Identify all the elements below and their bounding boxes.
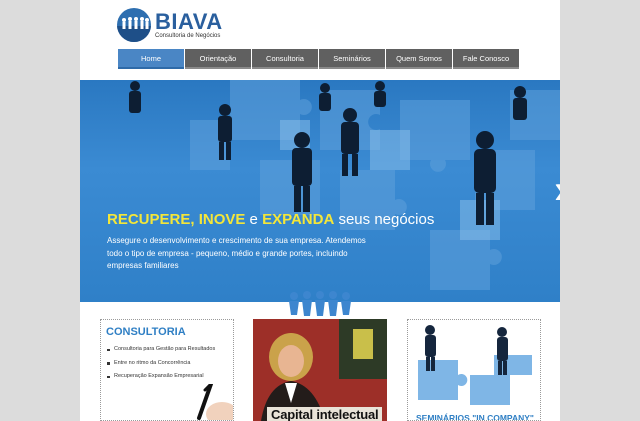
card-seminarios[interactable]: SEMINÁRIOS "IN COMPANY" bbox=[407, 319, 541, 421]
nav-home[interactable]: Home bbox=[118, 49, 184, 69]
nav-consultoria[interactable]: Consultoria bbox=[252, 49, 318, 69]
double-chevron-right-icon: ›› bbox=[554, 168, 560, 212]
right-background bbox=[560, 0, 640, 421]
nav-orientacao[interactable]: Orientação bbox=[185, 49, 251, 69]
main-nav: Home Orientação Consultoria Seminários Q… bbox=[118, 49, 520, 69]
hero-headline: RECUPERE, INOVE e EXPANDA seus negócios bbox=[107, 211, 434, 228]
hand-writing-illustration bbox=[197, 384, 233, 420]
headline-e: e bbox=[245, 211, 263, 228]
left-background bbox=[0, 0, 80, 421]
card-consultoria[interactable]: CONSULTORIA Consultoria para Gestão para… bbox=[100, 319, 234, 421]
logo-name: BIAVA bbox=[155, 8, 223, 34]
woman-portrait-photo bbox=[253, 319, 387, 421]
logo-tagline: Consultoria de Negócios bbox=[155, 32, 221, 39]
headline-recupere: RECUPERE, bbox=[107, 211, 199, 228]
business-puzzle-illustration bbox=[418, 325, 532, 405]
headline-expanda: EXPANDA bbox=[262, 211, 335, 228]
list-item[interactable]: Entre no ritmo da Concorrência bbox=[107, 360, 232, 368]
logo-people-icon bbox=[117, 8, 151, 42]
nav-quem-somos[interactable]: Quem Somos bbox=[386, 49, 452, 69]
list-item[interactable]: Recuperação Expansão Empresarial bbox=[107, 373, 232, 381]
hero-slider: ‹‹ ›› RECUPERE, INOVE e EXPANDA seus neg… bbox=[80, 80, 560, 302]
headline-rest: seus negócios bbox=[334, 211, 435, 228]
nav-fale-conosco[interactable]: Fale Conosco bbox=[453, 49, 519, 69]
card-seminarios-title: SEMINÁRIOS "IN COMPANY" bbox=[416, 413, 534, 421]
card-consultoria-title: CONSULTORIA bbox=[106, 326, 186, 338]
card-capital-title: Capital intelectual bbox=[267, 407, 383, 421]
card-consultoria-list: Consultoria para Gestão para Resultados … bbox=[107, 346, 232, 387]
headline-inove: INOVE bbox=[198, 211, 246, 228]
logo[interactable]: BIAVA Consultoria de Negócios bbox=[117, 8, 223, 42]
hero-description: Assegure o desenvolvimento e crescimento… bbox=[107, 236, 366, 270]
nav-seminarios[interactable]: Seminários bbox=[319, 49, 385, 69]
next-slide-button[interactable]: ›› bbox=[554, 168, 560, 212]
page-container: BIAVA Consultoria de Negócios Home Orien… bbox=[80, 0, 560, 421]
card-capital-intelectual[interactable]: Capital intelectual bbox=[253, 319, 387, 421]
list-item[interactable]: Consultoria para Gestão para Resultados bbox=[107, 346, 232, 354]
